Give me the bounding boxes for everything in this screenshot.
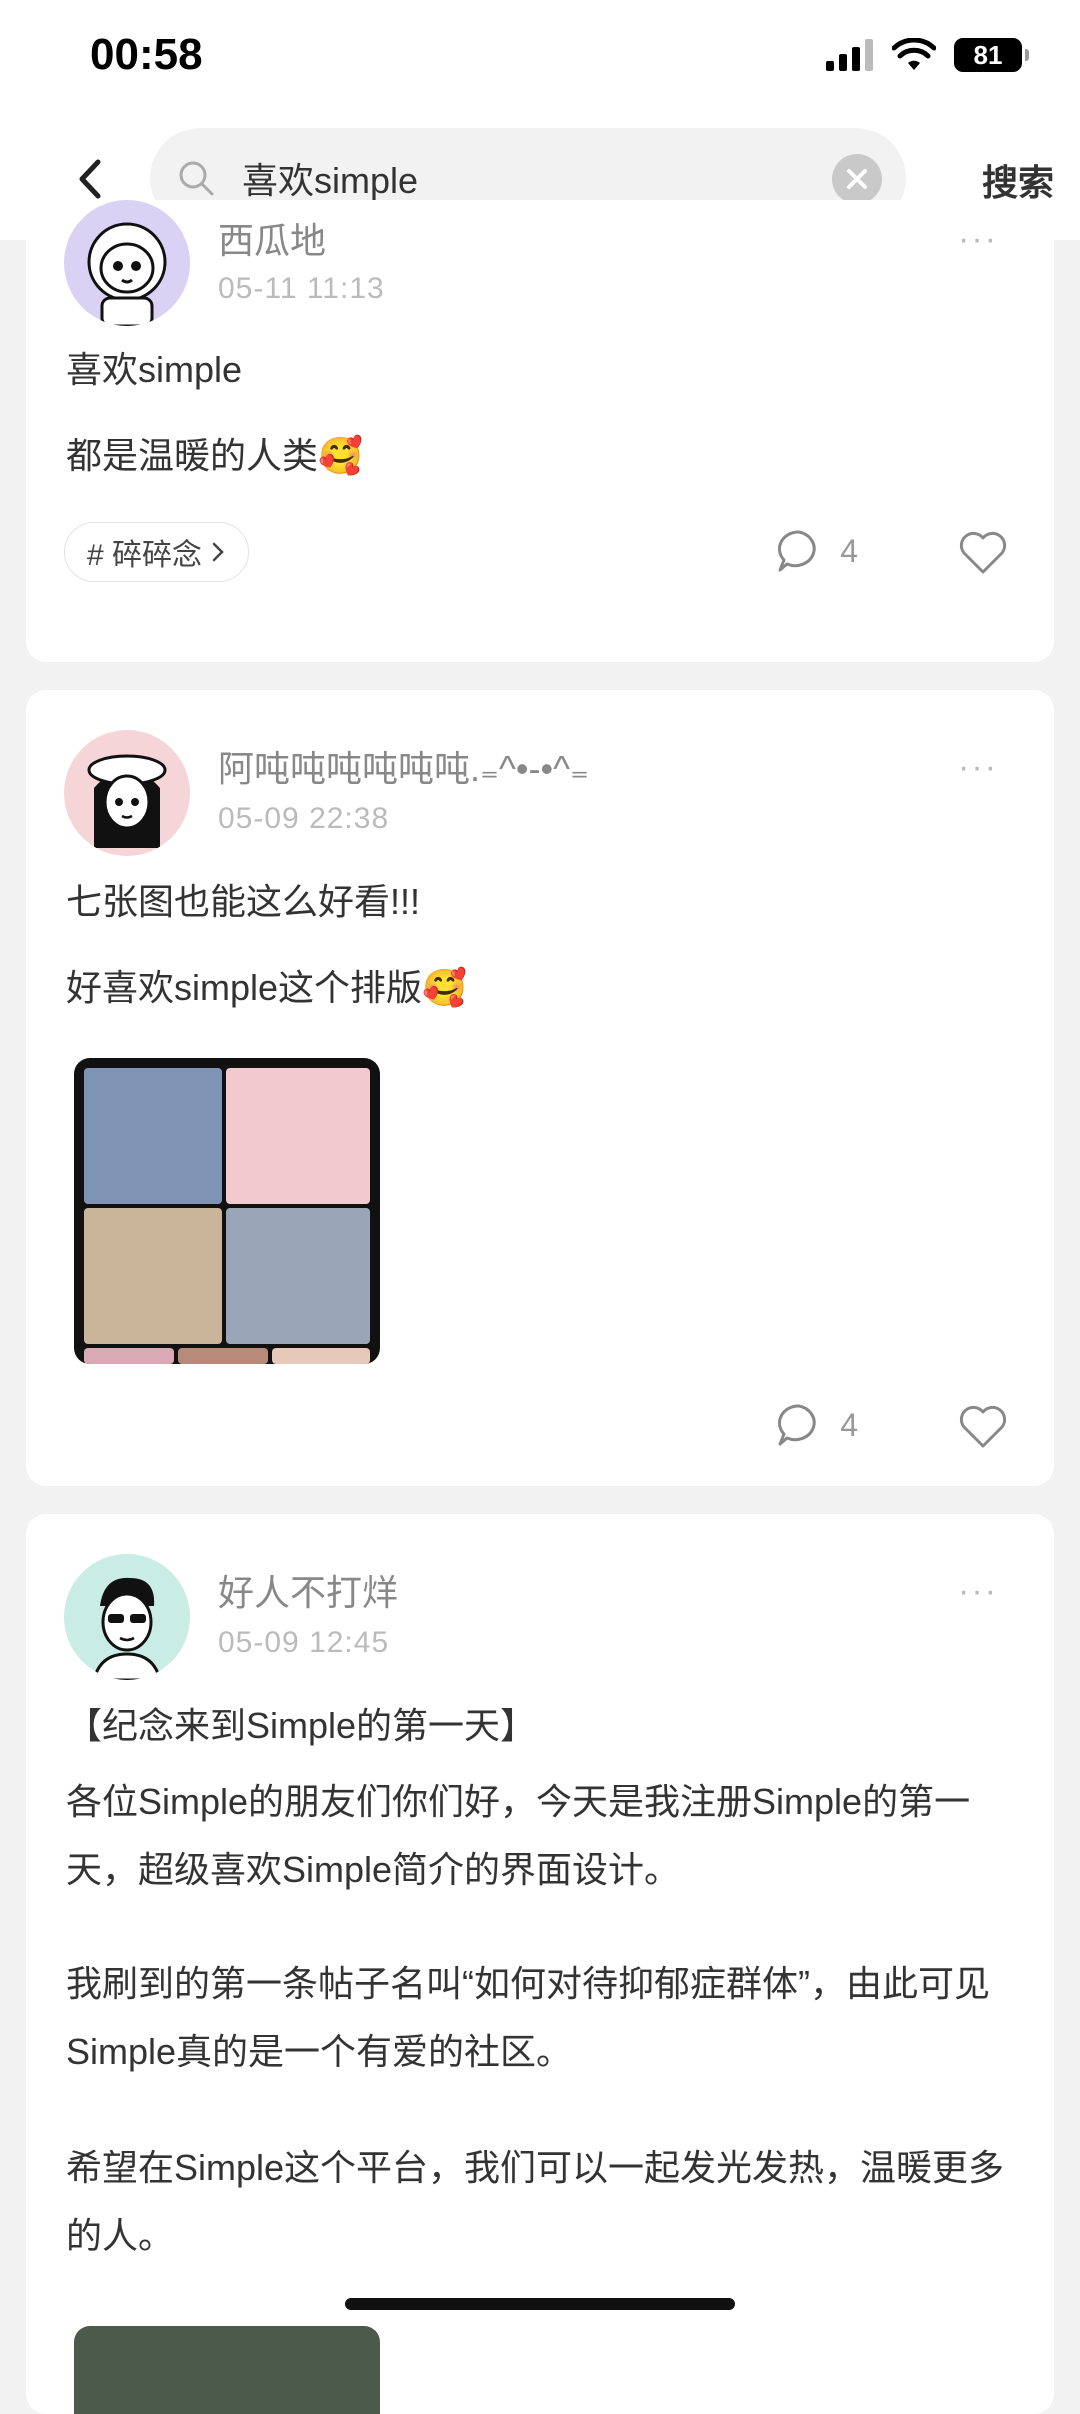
comment-count: 4 <box>840 532 858 569</box>
girl-beret-avatar-icon <box>87 754 167 848</box>
more-options-icon[interactable]: ··· <box>958 1572 998 1611</box>
search-icon <box>179 161 214 196</box>
post-time: 05-09 12:45 <box>218 1626 390 1659</box>
post-card[interactable]: 阿吨吨吨吨吨吨.₌^•-•^₌ 05-09 22:38 ··· 七张图也能这么好… <box>26 690 1054 1486</box>
photo-thumbnail[interactable] <box>226 1068 370 1204</box>
home-indicator[interactable] <box>345 2298 735 2310</box>
close-icon <box>847 169 867 189</box>
post-text-line: 七张图也能这么好看!!! <box>66 881 421 922</box>
photo-collage[interactable] <box>74 1058 380 1364</box>
avatar[interactable] <box>64 1554 190 1680</box>
post-text-line: 喜欢simple <box>66 349 243 390</box>
post-paragraph: 我刷到的第一条帖子名叫“如何对待抑郁症群体”，由此可见Simple真的是一个有爱… <box>66 1963 990 2072</box>
post-time: 05-11 11:13 <box>218 272 385 305</box>
heart-icon[interactable] <box>958 530 1008 576</box>
chevron-right-icon <box>212 542 224 562</box>
clear-button[interactable] <box>832 154 882 204</box>
astronaut-avatar-icon <box>87 222 167 326</box>
post-title: 【纪念来到Simple的第一天】 <box>66 1705 537 1746</box>
photo-thumbnail[interactable] <box>84 1068 222 1204</box>
comment-icon <box>778 1404 816 1446</box>
post-time: 05-09 22:38 <box>218 802 390 835</box>
author-name[interactable]: 阿吨吨吨吨吨吨.₌^•-•^₌ <box>218 740 589 792</box>
post-paragraph: 希望在Simple这个平台，我们可以一起发光发热，温暖更多的人。 <box>66 2147 1005 2256</box>
topic-tag-label: # 碎碎念 <box>87 539 203 572</box>
post-paragraph: 各位Simple的朋友们你们好，今天是我注册Simple的第一天，超级喜欢Sim… <box>66 1781 971 1890</box>
post-card[interactable]: 好人不打烊 05-09 12:45 ··· 【纪念来到Simple的第一天】 各… <box>26 1514 1054 2414</box>
more-options-icon[interactable]: ··· <box>958 748 998 787</box>
comment-icon <box>778 530 816 572</box>
photo-thumbnail[interactable] <box>226 1208 370 1344</box>
battery-icon: 81 <box>954 38 1029 72</box>
avatar[interactable] <box>64 730 190 856</box>
photo-thumbnail[interactable] <box>272 1348 370 1364</box>
post-text-line: 都是温暖的人类🥰 <box>66 435 363 476</box>
comment-count: 4 <box>840 1406 858 1443</box>
post-text-line: 好喜欢simple这个排版🥰 <box>66 967 467 1008</box>
photo-preview[interactable] <box>74 2326 380 2414</box>
back-icon[interactable] <box>66 154 116 204</box>
comment-button[interactable]: 4 <box>776 528 858 574</box>
status-icons: 81 <box>826 38 1029 72</box>
photo-thumbnail[interactable] <box>84 1208 222 1344</box>
avatar[interactable] <box>64 200 190 326</box>
status-time: 00:58 <box>90 30 203 79</box>
heart-icon[interactable] <box>958 1404 1008 1450</box>
boy-sunglasses-avatar-icon <box>92 1577 162 1680</box>
search-button[interactable]: 搜索 <box>982 154 1054 206</box>
photo-thumbnail[interactable] <box>178 1348 268 1364</box>
more-options-icon[interactable]: ··· <box>958 220 998 259</box>
comment-button[interactable]: 4 <box>776 1402 858 1448</box>
signal-icon <box>826 39 873 71</box>
author-name[interactable]: 好人不打烊 <box>218 1564 398 1616</box>
author-name[interactable]: 西瓜地 <box>218 212 326 264</box>
status-bar: 00:58 81 <box>0 0 1080 120</box>
photo-thumbnail[interactable] <box>84 1348 174 1364</box>
topic-tag[interactable]: # 碎碎念 <box>64 522 250 582</box>
post-card[interactable]: 西瓜地 05-11 11:13 ··· 喜欢simple 都是温暖的人类🥰 # … <box>26 200 1054 662</box>
wifi-icon <box>892 38 936 70</box>
battery-level: 81 <box>973 39 1003 70</box>
